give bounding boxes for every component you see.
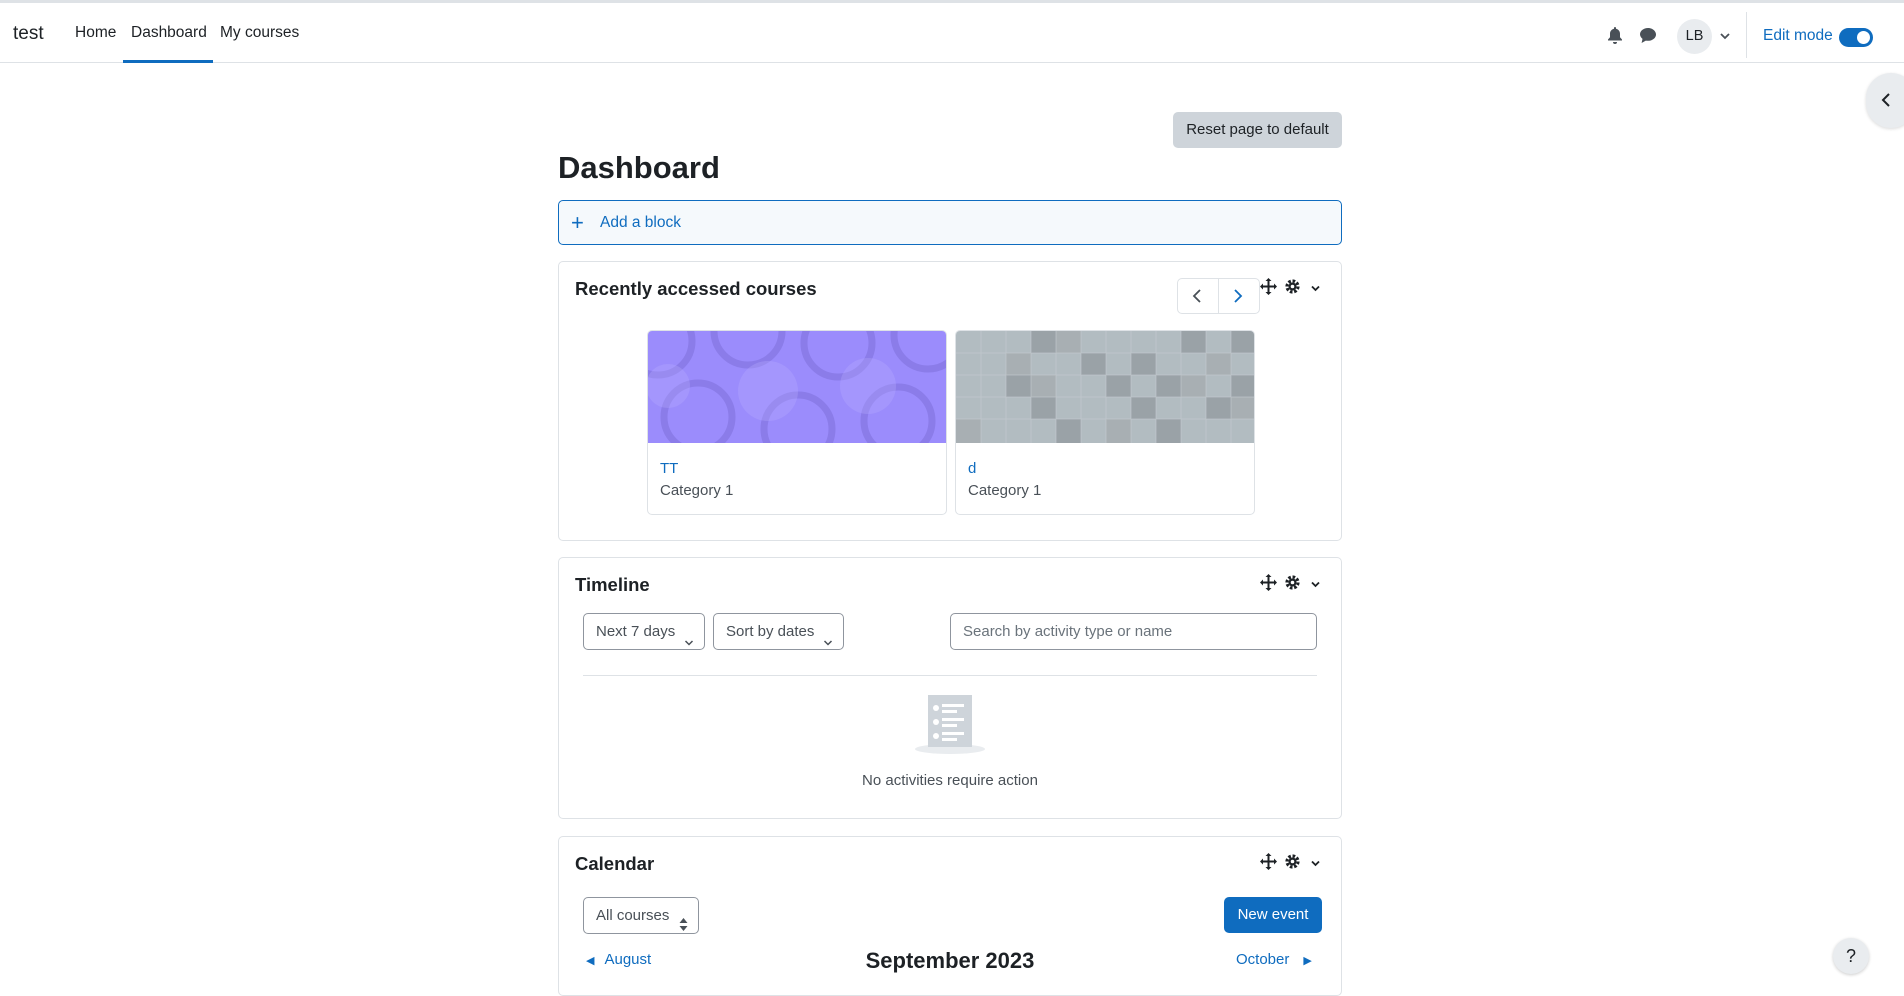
site-brand[interactable]: test [13, 23, 44, 45]
chevron-right-icon[interactable] [1231, 288, 1245, 308]
sort-label: Sort by dates [726, 623, 815, 640]
empty-activities-icon [915, 695, 985, 754]
nav-link-dashboard[interactable]: Dashboard [131, 24, 207, 42]
timeline-search-input[interactable] [950, 613, 1317, 650]
nav-link-my-courses[interactable]: My courses [220, 24, 299, 42]
course-image-circles[interactable] [648, 331, 946, 443]
course-category: Category 1 [660, 482, 734, 499]
empty-activities-text: No activities require action [862, 772, 1038, 789]
toggle-knob [1857, 31, 1870, 44]
open-drawer-button[interactable] [1866, 73, 1904, 128]
calendar-title: Calendar [575, 853, 655, 874]
move-icon[interactable] [1260, 278, 1277, 299]
chevron-down-icon[interactable] [1310, 856, 1321, 873]
chevron-down-icon [684, 626, 694, 661]
move-icon[interactable] [1260, 853, 1277, 874]
timeline-date-filter[interactable]: Next 7 days [583, 613, 705, 650]
gear-icon[interactable] [1284, 574, 1301, 595]
current-month-title: September 2023 [865, 948, 1035, 973]
chevron-down-icon[interactable] [1310, 577, 1321, 594]
page-title: Dashboard [558, 150, 720, 185]
nav-active-indicator [123, 60, 213, 63]
nav-link-home[interactable]: Home [75, 24, 116, 42]
block-controls [1260, 574, 1325, 594]
add-block-label: Add a block [600, 214, 681, 231]
gear-icon[interactable] [1284, 278, 1301, 299]
timeline-sort-select[interactable]: Sort by dates [713, 613, 844, 650]
chevron-left-icon [1881, 93, 1890, 107]
timeline-title: Timeline [575, 574, 650, 595]
calendar-block: Calendar All courses New event ◀ August S… [558, 836, 1342, 996]
timeline-divider [583, 675, 1317, 676]
pager-divider [1218, 279, 1219, 313]
edit-mode-label[interactable]: Edit mode [1763, 27, 1833, 45]
chevron-down-icon[interactable] [1310, 281, 1321, 298]
chevron-down-icon [823, 626, 833, 661]
recent-courses-block: Recently accessed courses ТТ Category 1 … [558, 261, 1342, 541]
course-card[interactable]: ТТ Category 1 [647, 330, 947, 515]
date-filter-label: Next 7 days [596, 623, 676, 640]
course-filter-label: All courses [596, 907, 670, 924]
user-avatar[interactable]: LB [1677, 19, 1712, 54]
block-controls [1260, 278, 1325, 298]
triangle-right-icon: ▶ [1303, 955, 1312, 967]
bell-icon[interactable] [1607, 27, 1625, 45]
block-controls [1260, 853, 1325, 873]
messages-icon[interactable] [1639, 27, 1657, 45]
calendar-course-select[interactable]: All courses [583, 897, 699, 934]
course-name-link[interactable]: ТТ [660, 460, 678, 477]
help-button[interactable]: ? [1833, 938, 1869, 974]
course-pager [1177, 278, 1260, 314]
move-icon[interactable] [1260, 574, 1277, 595]
course-name-link[interactable]: d [968, 460, 976, 477]
edit-mode-toggle[interactable] [1839, 28, 1873, 47]
add-block-button[interactable]: + Add a block [558, 200, 1342, 245]
recent-courses-title: Recently accessed courses [575, 278, 817, 299]
timeline-block: Timeline Next 7 days Sort by dates Searc… [558, 557, 1342, 819]
chevron-left-icon[interactable] [1190, 288, 1204, 308]
next-month-label: October [1236, 951, 1290, 968]
course-card[interactable]: d Category 1 [955, 330, 1255, 515]
top-navbar: test Home Dashboard My courses LB Edit m… [0, 0, 1904, 63]
plus-icon: + [571, 210, 584, 235]
sort-arrows-icon [679, 909, 688, 944]
reset-page-button[interactable]: Reset page to default [1173, 112, 1342, 148]
nav-divider [1746, 12, 1747, 58]
new-event-button[interactable]: New event [1224, 897, 1322, 933]
course-category: Category 1 [968, 482, 1042, 499]
course-image-squares[interactable] [956, 331, 1254, 443]
next-month-link[interactable]: October ▶ [1236, 951, 1312, 968]
user-menu-chevron-down-icon[interactable] [1719, 29, 1737, 47]
gear-icon[interactable] [1284, 853, 1301, 874]
